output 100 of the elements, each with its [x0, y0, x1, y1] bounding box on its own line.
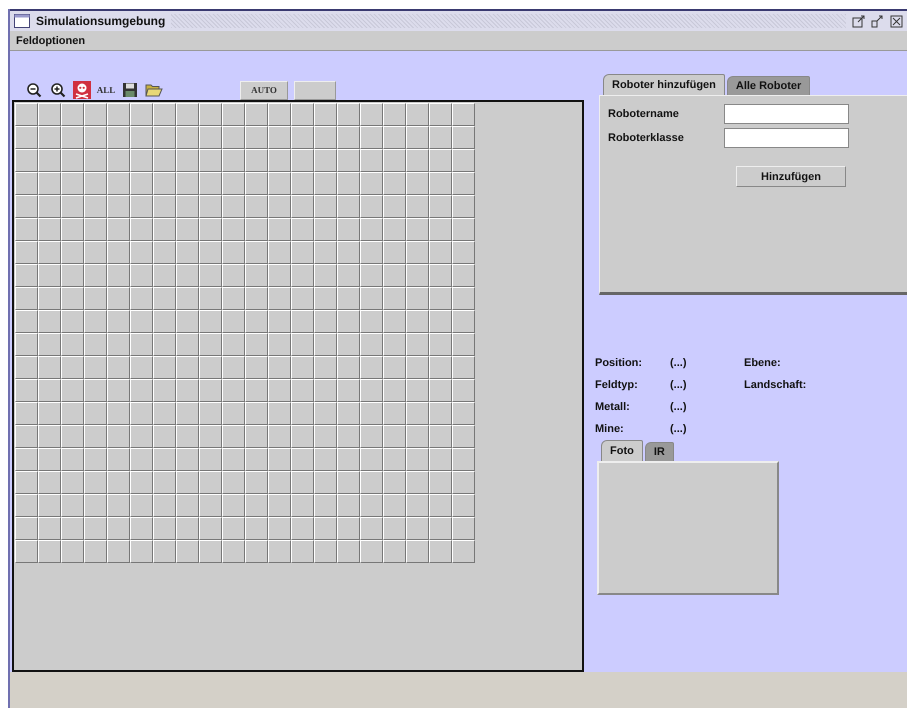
grid-cell[interactable] [360, 471, 383, 494]
grid-cell[interactable] [268, 310, 291, 333]
grid-cell[interactable] [153, 126, 176, 149]
grid-cell[interactable] [199, 287, 222, 310]
grid-cell[interactable] [199, 471, 222, 494]
grid-cell[interactable] [429, 103, 452, 126]
grid-cell[interactable] [15, 241, 38, 264]
grid-cell[interactable] [383, 218, 406, 241]
grid-cell[interactable] [268, 103, 291, 126]
grid-cell[interactable] [176, 540, 199, 563]
grid-cell[interactable] [107, 172, 130, 195]
toolbar-button[interactable] [120, 80, 140, 100]
grid-cell[interactable] [84, 540, 107, 563]
grid-cell[interactable] [176, 471, 199, 494]
grid-cell[interactable] [38, 172, 61, 195]
grid-cell[interactable] [268, 356, 291, 379]
grid-cell[interactable] [107, 126, 130, 149]
blank-button[interactable] [294, 80, 336, 100]
grid-cell[interactable] [38, 356, 61, 379]
grid-cell[interactable] [153, 218, 176, 241]
grid-cell[interactable] [107, 448, 130, 471]
grid-cell[interactable] [245, 287, 268, 310]
grid-cell[interactable] [245, 356, 268, 379]
grid-cell[interactable] [360, 448, 383, 471]
grid-cell[interactable] [268, 540, 291, 563]
grid-cell[interactable] [153, 471, 176, 494]
grid-cell[interactable] [452, 195, 475, 218]
grid-cell[interactable] [245, 448, 268, 471]
grid-cell[interactable] [15, 287, 38, 310]
grid-cell[interactable] [291, 287, 314, 310]
grid-cell[interactable] [176, 448, 199, 471]
grid-cell[interactable] [199, 379, 222, 402]
grid-cell[interactable] [222, 287, 245, 310]
grid-cell[interactable] [199, 195, 222, 218]
grid-cell[interactable] [314, 310, 337, 333]
grid-cell[interactable] [337, 471, 360, 494]
grid-cell[interactable] [153, 287, 176, 310]
grid-cell[interactable] [452, 494, 475, 517]
grid-cell[interactable] [383, 356, 406, 379]
grid-cell[interactable] [153, 333, 176, 356]
grid-cell[interactable] [429, 402, 452, 425]
grid-cell[interactable] [314, 379, 337, 402]
grid-cell[interactable] [38, 310, 61, 333]
grid-cell[interactable] [406, 287, 429, 310]
grid-cell[interactable] [84, 126, 107, 149]
grid-cell[interactable] [429, 264, 452, 287]
grid-cell[interactable] [314, 172, 337, 195]
grid-cell[interactable] [360, 172, 383, 195]
grid-cell[interactable] [176, 333, 199, 356]
grid-cell[interactable] [360, 379, 383, 402]
grid-cell[interactable] [15, 448, 38, 471]
menu-item[interactable]: Feldoptionen [12, 34, 90, 46]
grid-cell[interactable] [268, 448, 291, 471]
grid-cell[interactable] [360, 425, 383, 448]
grid-cell[interactable] [130, 149, 153, 172]
grid-cell[interactable] [337, 241, 360, 264]
grid-cell[interactable] [222, 264, 245, 287]
grid-cell[interactable] [360, 149, 383, 172]
grid-cell[interactable] [314, 448, 337, 471]
grid-cell[interactable] [245, 126, 268, 149]
grid-cell[interactable] [61, 195, 84, 218]
grid-cell[interactable] [176, 517, 199, 540]
tab[interactable]: Alle Roboter [726, 76, 810, 95]
grid-cell[interactable] [268, 241, 291, 264]
grid-cell[interactable] [291, 149, 314, 172]
grid-cell[interactable] [84, 448, 107, 471]
grid-cell[interactable] [38, 241, 61, 264]
grid-cell[interactable] [314, 471, 337, 494]
grid-cell[interactable] [222, 310, 245, 333]
grid-cell[interactable] [429, 448, 452, 471]
grid-cell[interactable] [406, 241, 429, 264]
grid-cell[interactable] [314, 402, 337, 425]
grid-cell[interactable] [61, 241, 84, 264]
grid-cell[interactable] [38, 540, 61, 563]
grid-cell[interactable] [406, 448, 429, 471]
grid-cell[interactable] [291, 379, 314, 402]
add-button[interactable]: Hinzufügen [736, 166, 846, 187]
grid-cell[interactable] [452, 517, 475, 540]
grid-cell[interactable] [314, 103, 337, 126]
grid-cell[interactable] [314, 287, 337, 310]
grid-cell[interactable] [291, 494, 314, 517]
grid-cell[interactable] [268, 517, 291, 540]
grid-cell[interactable] [15, 310, 38, 333]
grid-cell[interactable] [429, 540, 452, 563]
grid-cell[interactable] [383, 310, 406, 333]
grid-cell[interactable] [383, 241, 406, 264]
grid-cell[interactable] [15, 494, 38, 517]
grid-cell[interactable] [15, 356, 38, 379]
grid-cell[interactable] [176, 379, 199, 402]
grid-cell[interactable] [383, 471, 406, 494]
grid-cell[interactable] [15, 195, 38, 218]
grid-cell[interactable] [222, 103, 245, 126]
grid-cell[interactable] [38, 425, 61, 448]
grid-cell[interactable] [314, 356, 337, 379]
grid-cell[interactable] [176, 218, 199, 241]
grid-cell[interactable] [383, 333, 406, 356]
grid-cell[interactable] [222, 379, 245, 402]
grid-cell[interactable] [406, 494, 429, 517]
grid-cell[interactable] [38, 402, 61, 425]
grid-cell[interactable] [245, 494, 268, 517]
